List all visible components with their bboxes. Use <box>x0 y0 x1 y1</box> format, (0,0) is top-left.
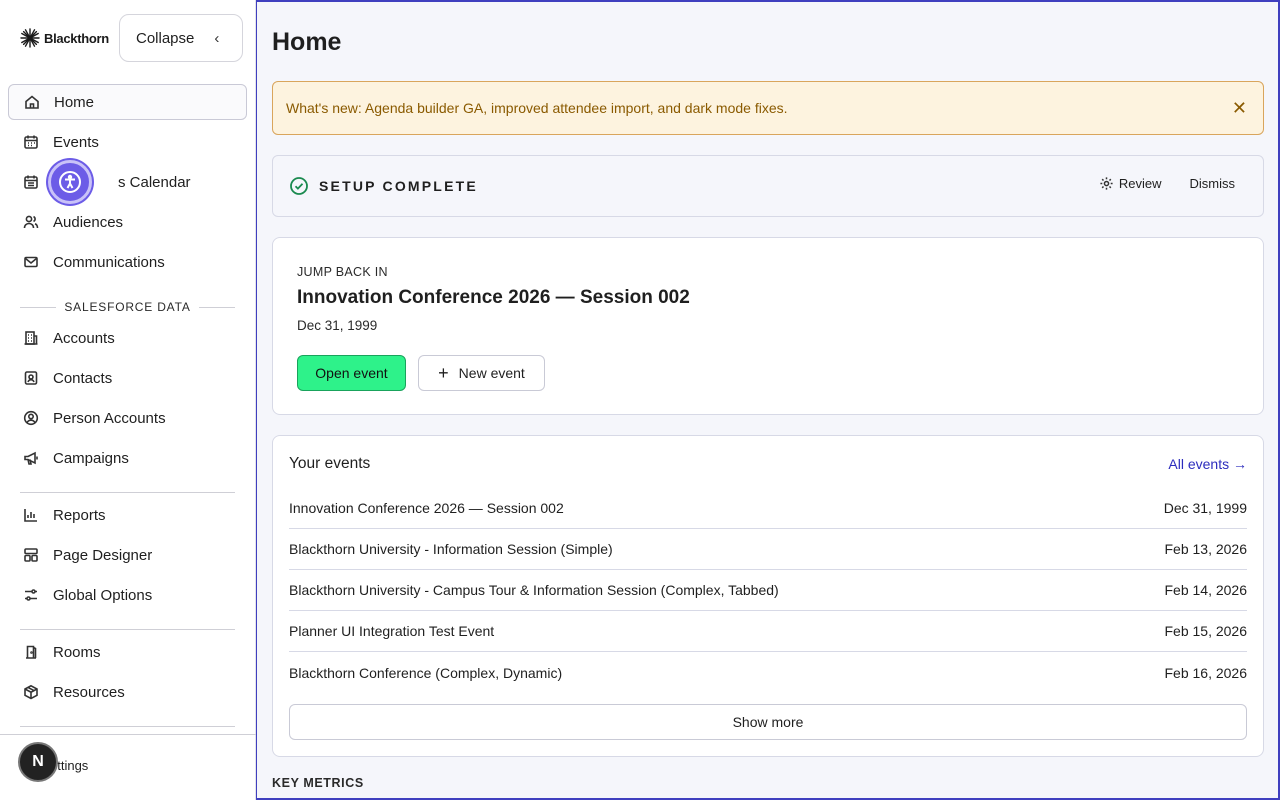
event-date: Dec 31, 1999 <box>1163 500 1247 516</box>
layout-icon <box>22 546 40 564</box>
table-row[interactable]: Planner UI Integration Test Event Feb 15… <box>289 611 1247 652</box>
sidebar-item-label: Communications <box>53 253 165 271</box>
sidebar-item-rooms[interactable]: Rooms <box>8 634 247 670</box>
megaphone-icon <box>22 449 40 467</box>
setup-complete-card: SETUP COMPLETE Review Dismiss <box>272 155 1264 217</box>
setup-actions: Review Dismiss <box>1099 176 1235 191</box>
event-name: Planner UI Integration Test Event <box>289 623 495 639</box>
chevron-left-icon: ‹ <box>214 29 220 47</box>
key-metrics-heading: KEY METRICS <box>272 776 364 790</box>
sidebar-item-label: Contacts <box>53 369 113 387</box>
box-icon <box>22 683 40 701</box>
sidebar-divider <box>20 492 235 493</box>
person-circle-icon <box>22 409 40 427</box>
events-title: Your events <box>289 455 371 472</box>
mail-icon <box>22 253 40 271</box>
your-events-card: Your events All events → Innovation Conf… <box>272 435 1264 757</box>
close-icon[interactable]: ✕ <box>1232 98 1247 118</box>
sidebar-item-page-designer[interactable]: Page Designer <box>8 537 247 573</box>
event-name: Blackthorn University - Information Sess… <box>289 541 613 557</box>
review-button[interactable]: Review <box>1099 176 1162 191</box>
event-name: Blackthorn University - Campus Tour & In… <box>289 582 779 598</box>
new-event-button[interactable]: + New event <box>418 355 545 391</box>
sidebar-item-events[interactable]: Events <box>8 124 247 160</box>
sidebar-item-label: Rooms <box>53 643 101 661</box>
calendar-icon <box>22 173 40 191</box>
sidebar-item-label: Audiences <box>53 213 124 231</box>
door-icon <box>22 643 40 661</box>
sidebar-item-accounts[interactable]: Accounts <box>8 320 247 356</box>
avatar[interactable]: N <box>18 742 58 782</box>
jump-event-title: Innovation Conference 2026 — Session 002 <box>297 287 690 308</box>
bar-chart-icon <box>22 506 40 524</box>
event-date: Feb 14, 2026 <box>1164 582 1247 598</box>
event-name: Innovation Conference 2026 — Session 002 <box>289 500 564 516</box>
open-event-button[interactable]: Open event <box>297 355 406 391</box>
sidebar-divider <box>20 629 235 630</box>
jump-event-date: Dec 31, 1999 <box>297 318 378 333</box>
new-event-label: New event <box>458 365 525 381</box>
jump-back-in-card: JUMP BACK IN Innovation Conference 2026 … <box>272 237 1264 415</box>
brand-logo[interactable]: Blackthorn <box>20 28 109 48</box>
sidebar-item-audiences[interactable]: Audiences <box>8 204 247 240</box>
contact-icon <box>22 369 40 387</box>
sidebar-item-home[interactable]: Home <box>8 84 247 120</box>
sidebar: Blackthorn Collapse ‹ Home Events s Cale… <box>0 0 256 800</box>
check-circle-icon <box>289 176 309 196</box>
sidebar-item-label: Resources <box>53 683 125 701</box>
building-icon <box>22 329 40 347</box>
setup-title: SETUP COMPLETE <box>319 178 478 194</box>
review-label: Review <box>1118 176 1162 191</box>
main-content: Home What's new: Agenda builder GA, impr… <box>256 0 1280 800</box>
blackthorn-logo-icon <box>20 28 40 48</box>
sidebar-item-campaigns[interactable]: Campaigns <box>8 440 247 476</box>
sidebar-item-label: Campaigns <box>53 449 129 467</box>
table-row[interactable]: Blackthorn Conference (Complex, Dynamic)… <box>289 652 1247 693</box>
sidebar-item-label: Accounts <box>53 329 115 347</box>
whats-new-banner: What's new: Agenda builder GA, improved … <box>272 81 1264 135</box>
sidebar-item-label: s Calendar <box>118 173 191 191</box>
sidebar-item-person-accounts[interactable]: Person Accounts <box>8 400 247 436</box>
sidebar-divider <box>20 726 235 727</box>
accessibility-button[interactable] <box>48 160 92 204</box>
sidebar-item-label: Reports <box>53 506 106 524</box>
event-name: Blackthorn Conference (Complex, Dynamic) <box>289 664 563 681</box>
sidebar-item-communications[interactable]: Communications <box>8 244 247 280</box>
brand-name: Blackthorn <box>44 30 109 46</box>
section-title-text: SALESFORCE DATA <box>64 300 191 314</box>
sidebar-item-label: Events <box>53 133 99 151</box>
calendar-icon <box>22 133 40 151</box>
page-title: Home <box>272 28 342 56</box>
table-row[interactable]: Blackthorn University - Information Sess… <box>289 529 1247 570</box>
all-events-link[interactable]: All events → <box>1168 456 1247 472</box>
event-date: Feb 13, 2026 <box>1164 541 1247 557</box>
sidebar-item-label: Person Accounts <box>53 409 166 427</box>
banner-text: What's new: Agenda builder GA, improved … <box>286 100 788 116</box>
sidebar-item-label: Global Options <box>53 586 153 604</box>
sidebar-item-resources[interactable]: Resources <box>8 674 247 710</box>
home-icon <box>23 93 41 111</box>
sidebar-footer-separator <box>0 734 256 735</box>
event-date: Feb 15, 2026 <box>1164 623 1247 639</box>
collapse-sidebar-button[interactable]: Collapse ‹ <box>119 14 243 62</box>
sidebar-item-events-calendar[interactable]: s Calendar <box>8 164 247 200</box>
sliders-icon <box>22 586 40 604</box>
dismiss-button[interactable]: Dismiss <box>1190 176 1236 191</box>
table-row[interactable]: Blackthorn University - Campus Tour & In… <box>289 570 1247 611</box>
users-icon <box>22 213 40 231</box>
sidebar-item-global-options[interactable]: Global Options <box>8 577 247 613</box>
plus-icon: + <box>438 363 449 383</box>
accessibility-icon <box>59 171 81 193</box>
salesforce-section-title: SALESFORCE DATA <box>20 300 235 314</box>
sidebar-item-label: Page Designer <box>53 546 153 564</box>
gear-icon <box>1100 177 1113 190</box>
show-more-button[interactable]: Show more <box>289 704 1247 740</box>
table-row[interactable]: Innovation Conference 2026 — Session 002… <box>289 488 1247 529</box>
sidebar-item-reports[interactable]: Reports <box>8 497 247 533</box>
event-date: Feb 16, 2026 <box>1164 664 1247 681</box>
sidebar-item-label: Home <box>54 93 95 111</box>
jump-label: JUMP BACK IN <box>297 265 388 279</box>
sidebar-item-contacts[interactable]: Contacts <box>8 360 247 396</box>
collapse-label: Collapse <box>136 29 195 47</box>
